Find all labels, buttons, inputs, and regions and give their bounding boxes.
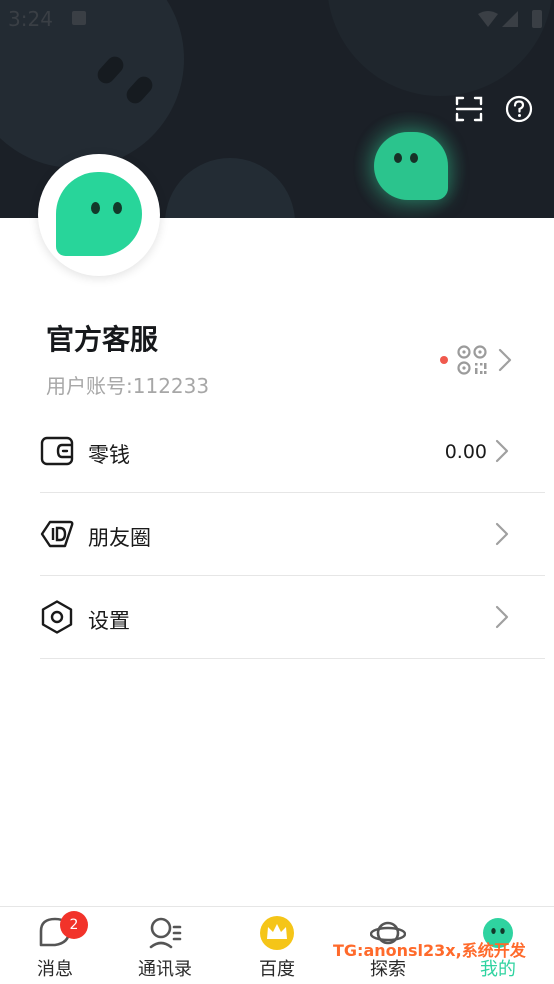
menu-label: 零钱: [88, 443, 130, 467]
account-label: 用户账号:: [46, 374, 133, 398]
qr-code-icon: [457, 345, 487, 375]
nav-label: 通讯录: [138, 959, 192, 980]
account-number: 112233: [132, 374, 210, 398]
help-icon[interactable]: [504, 94, 534, 124]
id-tag-icon: [40, 520, 74, 548]
nav-label: 百度: [259, 959, 295, 980]
menu-item-wallet[interactable]: 零钱 0.00: [40, 410, 545, 493]
chevron-right-icon: [495, 439, 509, 463]
nav-item-messages[interactable]: 2 消息: [0, 907, 110, 984]
chevron-right-icon: [498, 348, 512, 372]
contacts-icon: [149, 917, 182, 949]
watermark-text: TG:anonsl23x,系统开发: [333, 941, 526, 960]
menu-item-settings[interactable]: 设置: [40, 576, 545, 659]
unread-dot: [440, 356, 448, 364]
ghost-mascot-icon: [374, 132, 448, 200]
avatar[interactable]: [38, 154, 160, 276]
crown-icon: [260, 916, 294, 950]
menu-label: 朋友圈: [88, 526, 151, 550]
chevron-right-icon: [495, 605, 509, 629]
nav-label: 消息: [37, 959, 73, 980]
qr-code-button[interactable]: [440, 340, 516, 380]
profile-name: 官方客服: [46, 323, 159, 356]
nav-item-baidu[interactable]: 百度: [222, 907, 332, 984]
menu-label: 设置: [88, 609, 130, 633]
profile-account: 用户账号:112233: [46, 370, 209, 399]
notification-icon: [72, 11, 86, 25]
header-blob-decoration: [165, 158, 295, 218]
chevron-right-icon: [495, 522, 509, 546]
unread-badge: 2: [60, 911, 88, 939]
signal-battery-icon: [478, 10, 542, 28]
scan-icon[interactable]: [454, 94, 484, 124]
menu-item-moments[interactable]: 朋友圈: [40, 493, 545, 576]
status-bar: 3:24: [0, 0, 554, 36]
hexagon-settings-icon: [41, 600, 73, 634]
nav-item-contacts[interactable]: 通讯录: [110, 907, 220, 984]
wallet-balance: 0.00: [444, 441, 487, 463]
status-time: 3:24: [8, 7, 53, 31]
ghost-avatar-icon: [56, 172, 142, 256]
wallet-icon: [40, 436, 74, 466]
menu-list: 零钱 0.00 朋友圈 设置: [0, 410, 554, 659]
